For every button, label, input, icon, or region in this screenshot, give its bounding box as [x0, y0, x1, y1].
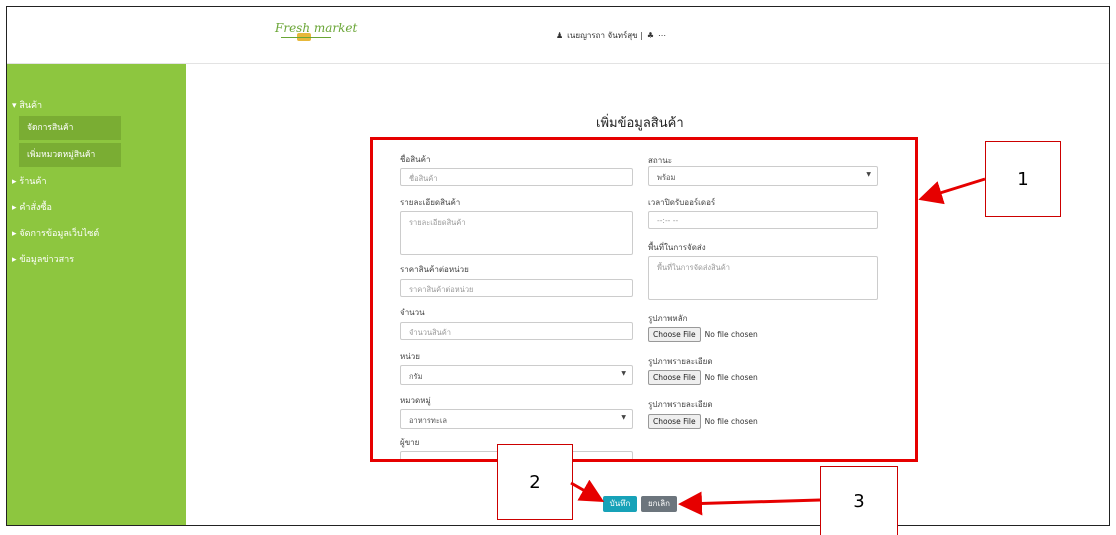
bell-icon[interactable]: ♣: [647, 31, 654, 40]
sidebar-item-add-category[interactable]: เพิ่มหมวดหมู่สินค้า: [19, 143, 121, 167]
sidebar-item-news[interactable]: ▸ ข้อมูลข่าวสาร: [12, 252, 74, 266]
page-title: เพิ่มข้อมูลสินค้า: [596, 116, 684, 131]
more-icon[interactable]: ⋯: [658, 31, 666, 40]
callout-1: 1: [985, 141, 1061, 217]
logo-text: Fresh market: [275, 21, 358, 35]
sidebar-item-products[interactable]: ▾ สินค้า: [12, 98, 42, 112]
user-name: เนยญารถา จันทร์สุข |: [567, 31, 643, 40]
save-button[interactable]: บันทึก: [603, 496, 637, 512]
cancel-button[interactable]: ยกเลิก: [641, 496, 677, 512]
sidebar-item-website-data[interactable]: ▸ จัดการข้อมูลเว็บไซต์: [12, 226, 99, 240]
user-menu[interactable]: ♟ เนยญารถา จันทร์สุข | ♣ ⋯: [556, 29, 666, 42]
sidebar: ▾ สินค้า จัดการสินค้า เพิ่มหมวดหมู่สินค้…: [7, 64, 186, 525]
sidebar-item-manage-products[interactable]: จัดการสินค้า: [19, 116, 121, 140]
callout-2: 2: [497, 444, 573, 520]
sidebar-item-shops[interactable]: ▸ ร้านค้า: [12, 174, 47, 188]
logo-underline: [281, 37, 331, 38]
form-highlight-box: [370, 137, 918, 462]
user-icon: ♟: [556, 31, 564, 40]
callout-3: 3: [820, 466, 898, 535]
sidebar-item-orders[interactable]: ▸ คำสั่งซื้อ: [12, 200, 52, 214]
top-navbar: Fresh market ♟ เนยญารถา จันทร์สุข | ♣ ⋯: [7, 7, 1109, 64]
brand-logo[interactable]: Fresh market: [275, 21, 357, 55]
